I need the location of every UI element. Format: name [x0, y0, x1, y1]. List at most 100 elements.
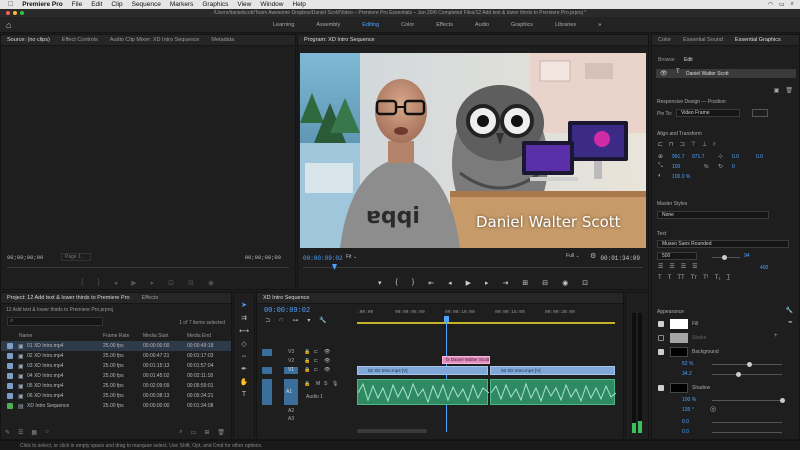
workspace-assembly[interactable]: Assembly — [305, 22, 351, 28]
source-patch-v1[interactable] — [262, 348, 272, 356]
track-v1-label[interactable]: V1 — [284, 366, 298, 374]
column-frame-rate[interactable]: Frame Rate — [103, 333, 129, 339]
wrench-icon[interactable]: 🔧 — [786, 307, 793, 314]
tab-project[interactable]: Project: 12 Add text & lower thirds to P… — [1, 295, 136, 301]
shadow-blur-slider[interactable] — [712, 432, 782, 433]
menu-view[interactable]: View — [237, 1, 251, 8]
play-icon[interactable]: ▶ — [466, 279, 471, 287]
column-media-start[interactable]: Media Start — [143, 333, 169, 339]
workspace-more-button[interactable]: » — [587, 22, 612, 28]
pin-to-select[interactable]: Video Frame — [676, 109, 740, 117]
position-x-value[interactable]: 991.7 — [672, 154, 685, 160]
list-item[interactable]: ▣ 06 XD Intro.mp4 25.00 fps 00:00:38:13 00:0… — [1, 391, 231, 401]
list-item[interactable]: ▣ 01 XD Intro.mp4 25.00 fps 00:00:00:00 00:0… — [1, 341, 231, 351]
tab-essential-sound[interactable]: Essential Sound — [677, 37, 729, 43]
workspace-color[interactable]: Color — [390, 22, 425, 28]
timeline-zoom-scrollbar[interactable] — [357, 429, 427, 433]
label-color-swatch[interactable] — [7, 383, 13, 389]
lock-icon[interactable]: 🔒 — [304, 381, 310, 387]
background-size-knob[interactable] — [736, 372, 741, 377]
menu-clip[interactable]: Clip — [111, 1, 122, 8]
eye-icon[interactable]: 👁 — [324, 358, 330, 364]
program-current-timecode[interactable]: 00:00:09:02 — [303, 255, 343, 262]
background-opacity-knob[interactable] — [747, 362, 752, 367]
source-page-select[interactable]: Page 1 — [61, 253, 91, 261]
all-caps-icon[interactable]: TT — [677, 275, 684, 281]
workspace-libraries[interactable]: Libraries — [544, 22, 587, 28]
razor-icon[interactable]: ◇ — [241, 340, 246, 348]
tab-audio-clip-mixer[interactable]: Audio Clip Mixer: XD Intro Sequence — [104, 37, 206, 43]
pen-icon[interactable]: ✒ — [241, 365, 247, 373]
apple-icon[interactable]:  — [8, 1, 13, 8]
selection-tool-icon[interactable]: ➤ — [241, 301, 247, 309]
go-to-in-icon[interactable]: ⇤ — [428, 279, 434, 287]
pencil-icon[interactable]: ✎ — [5, 429, 10, 436]
tab-metadata[interactable]: Metadata — [205, 37, 240, 43]
column-name[interactable]: Name — [19, 333, 32, 339]
tab-color[interactable]: Color — [652, 37, 677, 43]
audio-clip-1[interactable] — [357, 379, 490, 405]
lower-third-text[interactable]: Daniel Walter Scott — [476, 213, 621, 231]
layer-row[interactable]: 👁 T Daniel Walter Scott — [656, 69, 796, 78]
list-item[interactable]: ▣ 02 XD Intro.mp4 25.00 fps 00:00:47:21 00:0… — [1, 351, 231, 361]
tab-source[interactable]: Source: (no clips) — [1, 37, 56, 43]
list-view-icon[interactable]: ☰ — [18, 429, 23, 436]
bold-icon[interactable]: T — [658, 275, 662, 281]
lock-icon[interactable]: 🔒 — [304, 367, 310, 373]
background-checkbox[interactable] — [658, 349, 664, 355]
list-item[interactable]: ▤ XD Intro Sequence 25.00 fps 00:00:00:00 00… — [1, 401, 231, 411]
overwrite-icon[interactable]: ⊟ — [188, 279, 194, 287]
wrench-icon[interactable]: ⚙ — [590, 252, 596, 260]
list-item[interactable]: ▣ 03 XD Intro.mp4 25.00 fps 00:01:15:13 00:0… — [1, 361, 231, 371]
lock-icon[interactable]: 🔒 — [304, 358, 310, 364]
scale-value[interactable]: 100 — [672, 164, 680, 170]
label-color-swatch[interactable] — [7, 363, 13, 369]
mark-in-icon[interactable]: { — [396, 279, 398, 287]
background-size-slider[interactable] — [712, 374, 782, 375]
wrench-icon[interactable]: 🔧 — [319, 317, 326, 324]
master-styles-select[interactable]: None — [657, 211, 769, 219]
program-scrubber[interactable] — [303, 267, 643, 268]
source-patch-a1[interactable] — [262, 379, 272, 405]
font-select[interactable]: Museo Sans Rounded — [657, 240, 789, 248]
insert-icon[interactable]: ⊡ — [168, 279, 174, 287]
align-top-icon[interactable]: ⊤ — [691, 141, 696, 148]
menu-sequence[interactable]: Sequence — [132, 1, 161, 8]
sync-icon[interactable]: ⊏ — [314, 349, 318, 355]
solo-button[interactable]: S — [324, 381, 327, 387]
shadow-checkbox[interactable] — [658, 385, 664, 391]
close-window-button[interactable] — [6, 11, 10, 15]
export-frame-icon[interactable]: ◉ — [562, 279, 568, 287]
add-stroke-icon[interactable]: + — [774, 333, 778, 339]
align-text-center-icon[interactable]: ☰ — [669, 263, 674, 270]
align-center-icon[interactable]: ⊓ — [669, 141, 674, 148]
sync-icon[interactable]: ⊏ — [314, 367, 318, 373]
tracking-value[interactable]: 400 — [760, 265, 768, 271]
eyedropper-icon[interactable]: ✒ — [788, 319, 793, 326]
workspace-learning[interactable]: Learning — [262, 22, 305, 28]
shadow-distance-slider[interactable] — [712, 422, 782, 423]
icon-view-icon[interactable]: ▦ — [31, 429, 37, 436]
background-opacity-value[interactable]: 52 % — [682, 361, 693, 367]
shadow-opacity-value[interactable]: 100 % — [682, 397, 696, 403]
stroke-checkbox[interactable] — [658, 335, 664, 341]
label-color-swatch[interactable] — [7, 343, 13, 349]
tab-effects[interactable]: Effects — [136, 295, 165, 301]
lift-icon[interactable]: ⊞ — [522, 279, 528, 287]
tab-program[interactable]: Program: XD Intro Sequence — [298, 37, 381, 43]
menu-app-name[interactable]: Premiere Pro — [22, 1, 62, 8]
shadow-opacity-slider[interactable] — [712, 400, 782, 401]
trash-icon[interactable]: 🗑 — [217, 429, 225, 436]
tab-browse[interactable]: Browse — [658, 57, 675, 63]
workspace-graphics[interactable]: Graphics — [500, 22, 544, 28]
sync-icon[interactable]: ⊏ — [314, 358, 318, 364]
workspace-editing[interactable]: Editing — [351, 22, 390, 28]
menu-markers[interactable]: Markers — [170, 1, 193, 8]
anchor-y-value[interactable]: 0.0 — [756, 154, 763, 160]
label-color-swatch[interactable] — [7, 403, 13, 409]
step-back-icon[interactable]: ◂ — [114, 279, 118, 287]
battery-icon[interactable]: ▭ — [779, 1, 785, 8]
step-forward-icon[interactable]: ▸ — [151, 279, 155, 287]
step-back-icon[interactable]: ◂ — [448, 279, 452, 287]
new-layer-icon[interactable]: ▣ — [774, 87, 780, 94]
